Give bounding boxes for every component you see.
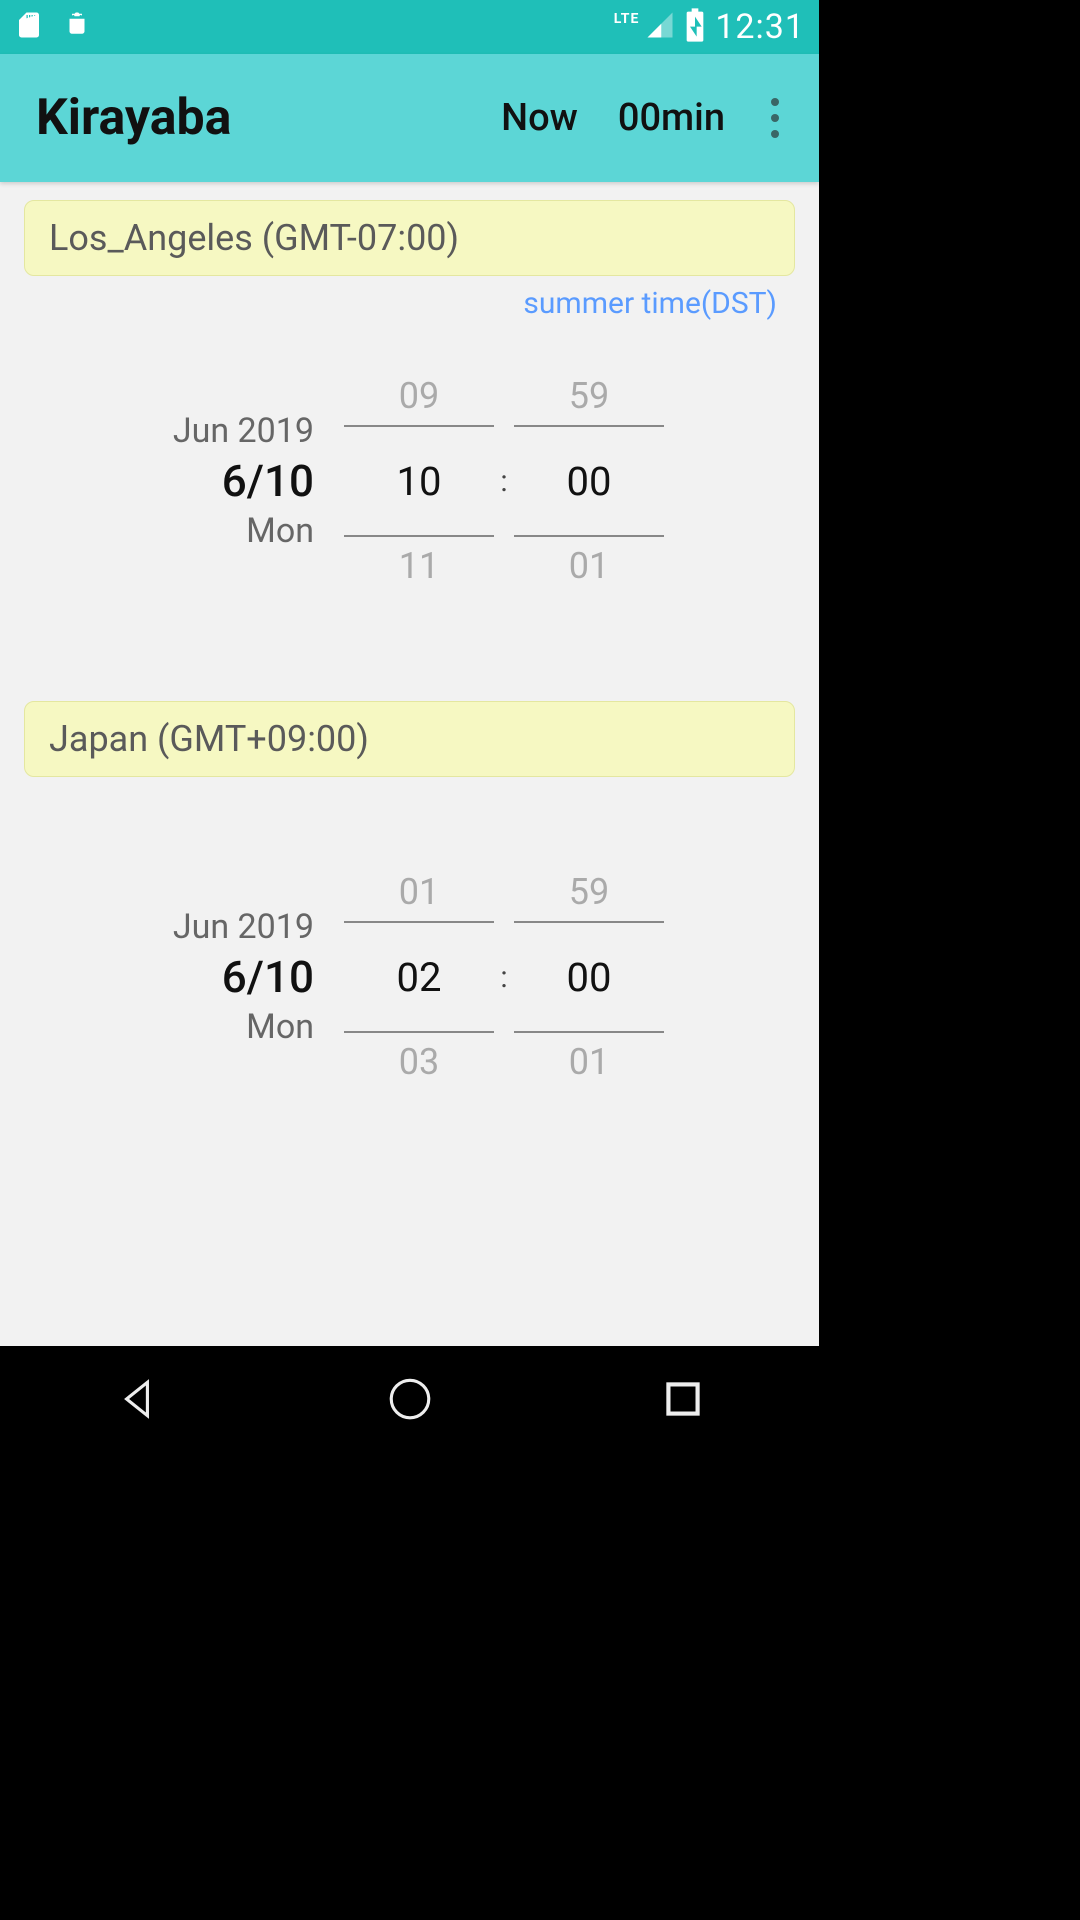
- interval-button[interactable]: 00min: [618, 96, 725, 140]
- android-debug-icon: [62, 10, 92, 44]
- hour-next: 03: [344, 1027, 494, 1097]
- overflow-menu-button[interactable]: [755, 88, 795, 148]
- timezone-header-button[interactable]: Japan (GMT+09:00): [24, 701, 795, 777]
- hour-prev: 09: [344, 361, 494, 431]
- app-title: Kirayaba: [36, 89, 461, 147]
- status-right: LTE 12:31: [614, 7, 805, 47]
- datetime-picker: Jun 2019 6/10 Mon 01 02 03 : 59 00 01: [24, 817, 795, 1137]
- minute-current: 00: [514, 431, 664, 531]
- hour-spinner[interactable]: 09 10 11: [344, 361, 494, 601]
- date-picker[interactable]: Jun 2019 6/10 Mon: [24, 411, 344, 551]
- status-bar: LTE 12:31: [0, 0, 819, 54]
- hour-spinner[interactable]: 01 02 03: [344, 857, 494, 1097]
- date-dow: Mon: [24, 1007, 314, 1047]
- time-colon: :: [494, 464, 514, 499]
- minute-spinner[interactable]: 59 00 01: [514, 361, 664, 601]
- date-day: 6/10: [24, 951, 314, 1003]
- navigation-bar: [0, 1346, 819, 1456]
- home-button[interactable]: [385, 1374, 435, 1428]
- minute-spinner[interactable]: 59 00 01: [514, 857, 664, 1097]
- date-month-year: Jun 2019: [24, 411, 314, 451]
- now-button[interactable]: Now: [501, 96, 578, 140]
- timezone-header-button[interactable]: Los_Angeles (GMT-07:00): [24, 200, 795, 276]
- signal-icon: [645, 10, 675, 44]
- date-picker[interactable]: Jun 2019 6/10 Mon: [24, 907, 344, 1047]
- status-left: [14, 10, 92, 44]
- battery-charging-icon: [685, 8, 705, 46]
- recent-apps-button[interactable]: [658, 1374, 708, 1428]
- hour-prev: 01: [344, 857, 494, 927]
- app-bar: Kirayaba Now 00min: [0, 54, 819, 182]
- date-dow: Mon: [24, 511, 314, 551]
- timezone-card: Japan (GMT+09:00) Jun 2019 6/10 Mon 01 0…: [24, 701, 795, 1137]
- minute-prev: 59: [514, 361, 664, 431]
- content: Los_Angeles (GMT-07:00) summer time(DST)…: [0, 182, 819, 1346]
- hour-current: 02: [344, 927, 494, 1027]
- hour-next: 11: [344, 531, 494, 601]
- status-clock: 12:31: [715, 7, 805, 47]
- hour-current: 10: [344, 431, 494, 531]
- minute-next: 01: [514, 531, 664, 601]
- back-button[interactable]: [112, 1374, 162, 1428]
- minute-prev: 59: [514, 857, 664, 927]
- minute-current: 00: [514, 927, 664, 1027]
- lte-label: LTE: [614, 11, 640, 27]
- dst-label: summer time(DST): [24, 276, 795, 321]
- timezone-card: Los_Angeles (GMT-07:00) summer time(DST)…: [24, 200, 795, 641]
- time-colon: :: [494, 960, 514, 995]
- date-month-year: Jun 2019: [24, 907, 314, 947]
- minute-next: 01: [514, 1027, 664, 1097]
- datetime-picker: Jun 2019 6/10 Mon 09 10 11 : 59 00 01: [24, 321, 795, 641]
- date-day: 6/10: [24, 455, 314, 507]
- sd-card-icon: [14, 10, 44, 44]
- screen: LTE 12:31 Kirayaba Now 00min Los_Angeles…: [0, 0, 819, 1456]
